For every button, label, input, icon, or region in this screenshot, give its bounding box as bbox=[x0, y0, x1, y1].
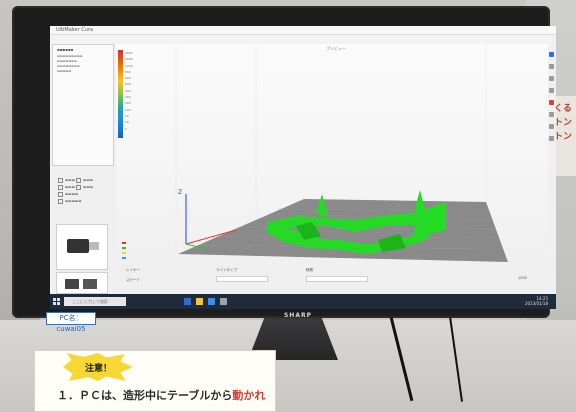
windows-taskbar: ここに入力して検索 14:25 2023/01/18 bbox=[50, 294, 556, 309]
rotate-tool-icon[interactable] bbox=[549, 76, 554, 81]
app-menubar: ファイル 編集 表示 設定 拡張機能 環境設定 ヘルプ bbox=[50, 35, 556, 51]
monitor-bezel: UltiMaker Cura ファイル 編集 表示 設定 拡張機能 環境設定 ヘ… bbox=[12, 6, 556, 318]
caution-heading: 注意！ bbox=[85, 364, 113, 374]
caution-sign: 注意！ １．ＰＣは、造形中にテーブルから動かれ bbox=[34, 350, 276, 412]
caution-line: １．ＰＣは、造形中にテーブルから bbox=[57, 389, 233, 402]
3d-viewport[interactable]: プレビュー 3000 2000 1000 800 600 500 400 300 200 100 5… bbox=[116, 44, 556, 264]
view-tool-icon[interactable] bbox=[549, 112, 554, 117]
bottom-toolbar: レイヤー スピード ラインタイプ 積層 1000 bbox=[116, 264, 556, 292]
option-row[interactable]: ▬▬▬▬▬ bbox=[58, 198, 114, 205]
layers-label: 積層 bbox=[306, 268, 313, 272]
panel-line: ▬▬▬▬▬▬▬▬ bbox=[57, 64, 80, 68]
settings-sidebar: ▪▪▪▪▪▪ ▬▬▬▬▬▬▬▬▬ ▬▬▬▬▬▬▬ ▬▬▬▬▬▬▬▬ ▬▬▬▬▬ … bbox=[52, 44, 116, 294]
printer-thumbnail[interactable] bbox=[56, 272, 108, 294]
monitor-brand-logo: SHARP bbox=[283, 312, 312, 319]
print-bed-scene[interactable]: Z bbox=[116, 44, 556, 264]
panel-header: ▪▪▪▪▪▪ bbox=[57, 47, 74, 52]
support-tool-icon[interactable] bbox=[549, 100, 554, 105]
taskbar-clock: 14:25 2023/01/18 bbox=[524, 296, 548, 306]
taskbar-search-placeholder: ここに入力して検索 bbox=[72, 299, 108, 304]
caution-text: １．ＰＣは、造形中にテーブルから動かれ bbox=[57, 387, 265, 403]
layer-value: 1000 bbox=[518, 276, 527, 280]
layer-tool-icon[interactable] bbox=[549, 136, 554, 141]
scale-tool-icon[interactable] bbox=[549, 64, 554, 69]
monitor-screen: UltiMaker Cura ファイル 編集 表示 設定 拡張機能 環境設定 ヘ… bbox=[50, 26, 556, 309]
option-row[interactable]: ▬▬▬▬ bbox=[58, 191, 114, 198]
checkbox[interactable] bbox=[58, 177, 63, 183]
print-settings-panel: ▪▪▪▪▪▪ ▬▬▬▬▬▬▬▬▬ ▬▬▬▬▬▬▬ ▬▬▬▬▬▬▬▬ ▬▬▬▬▬ bbox=[52, 44, 114, 166]
usb-drive-thumbnail[interactable] bbox=[56, 224, 108, 270]
printer-icon bbox=[65, 279, 97, 289]
speed-label: スピード bbox=[126, 278, 140, 282]
checkbox[interactable] bbox=[58, 198, 63, 204]
option-row[interactable]: ▬▬▬ ▬▬▬ bbox=[58, 177, 114, 184]
usb-drive-icon bbox=[67, 239, 99, 253]
option-row[interactable]: ▬▬▬ ▬▬▬ bbox=[58, 184, 114, 191]
app-titlebar: UltiMaker Cura bbox=[50, 26, 556, 35]
panel-line: ▬▬▬▬▬▬▬▬▬ bbox=[57, 54, 83, 58]
app-title: UltiMaker Cura bbox=[56, 27, 93, 33]
camera-tool-icon[interactable] bbox=[549, 124, 554, 129]
windows-start-icon[interactable] bbox=[53, 298, 60, 305]
mirror-tool-icon[interactable] bbox=[549, 88, 554, 93]
folder-icon[interactable] bbox=[196, 298, 203, 305]
checkbox[interactable] bbox=[58, 191, 63, 197]
panel-line: ▬▬▬▬▬▬▬ bbox=[57, 59, 77, 63]
linetype-select[interactable] bbox=[216, 276, 268, 282]
move-tool-icon[interactable] bbox=[549, 52, 554, 57]
pc-name-label: PC名：cuwai05 bbox=[46, 312, 96, 333]
z-axis-label: Z bbox=[178, 189, 182, 196]
checkbox[interactable] bbox=[58, 184, 63, 190]
layer-label: レイヤー bbox=[126, 268, 140, 272]
poster-text: くる トン トン bbox=[554, 104, 573, 142]
taskbar-search-input[interactable]: ここに入力して検索 bbox=[64, 297, 126, 306]
right-toolstrip bbox=[548, 44, 556, 292]
clock-date: 2023/01/18 bbox=[524, 300, 548, 306]
checkbox[interactable] bbox=[76, 184, 82, 190]
caution-line-red: 動かれ bbox=[232, 389, 266, 402]
layer-input[interactable] bbox=[306, 276, 368, 282]
taskbar-app-icon[interactable] bbox=[220, 298, 227, 305]
panel-line: ▬▬▬▬▬ bbox=[57, 69, 72, 73]
line-type-legend bbox=[122, 242, 126, 259]
linetype-label: ラインタイプ bbox=[216, 268, 237, 272]
caution-burst: 注意！ bbox=[63, 353, 133, 381]
edge-browser-icon[interactable] bbox=[208, 298, 215, 305]
view-options: ▬▬▬ ▬▬▬ ▬▬▬ ▬▬▬ ▬▬▬▬ ▬▬▬▬▬ bbox=[58, 177, 114, 205]
checkbox[interactable] bbox=[76, 177, 82, 183]
taskbar-app-icon[interactable] bbox=[184, 298, 191, 305]
